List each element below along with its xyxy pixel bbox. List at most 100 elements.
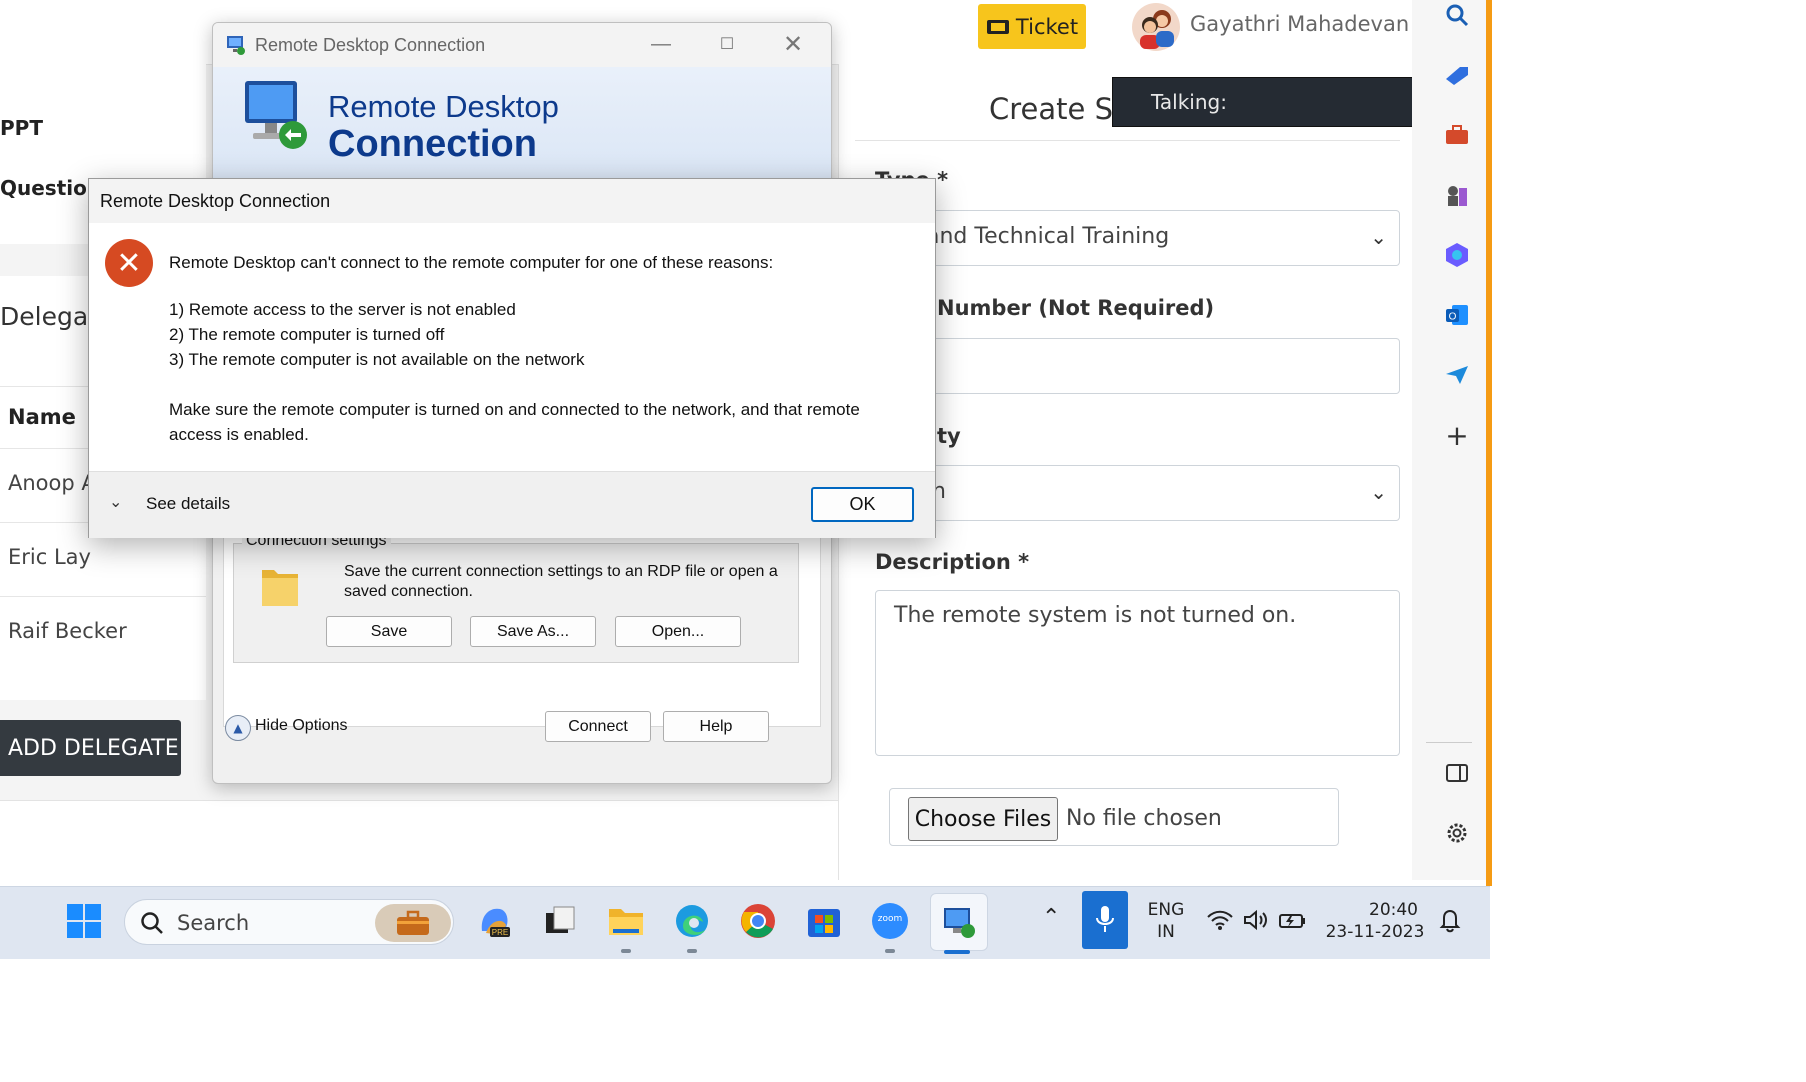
table-row[interactable]: Raif Becker bbox=[0, 596, 206, 670]
save-button[interactable]: Save bbox=[326, 616, 452, 647]
folder-icon bbox=[262, 570, 298, 606]
ok-button[interactable]: OK bbox=[811, 487, 914, 522]
running-indicator bbox=[885, 949, 895, 953]
start-button[interactable] bbox=[64, 901, 104, 941]
bottom-card bbox=[0, 800, 838, 880]
battery-icon[interactable] bbox=[1278, 909, 1308, 935]
rdc-title-text: Remote Desktop Connection bbox=[255, 35, 486, 55]
priority-select[interactable]: h ⌄ bbox=[875, 465, 1400, 521]
advice-line-1: Make sure the remote computer is turned … bbox=[169, 400, 860, 419]
running-indicator bbox=[621, 949, 631, 953]
notification-bell-icon[interactable] bbox=[1438, 907, 1462, 937]
send-icon[interactable] bbox=[1442, 360, 1472, 390]
rdc-app-icon bbox=[227, 36, 245, 55]
file-status: No file chosen bbox=[1066, 806, 1222, 831]
edge-icon[interactable] bbox=[672, 901, 712, 941]
language-line-1: ENG bbox=[1147, 900, 1185, 920]
user-name[interactable]: Gayathri Mahadevan bbox=[1190, 12, 1409, 36]
chess-icon[interactable] bbox=[1442, 180, 1472, 210]
dialog-title-bar[interactable]: Remote Desktop Connection bbox=[89, 179, 935, 223]
copilot-preview-icon[interactable]: PRE bbox=[474, 901, 514, 941]
edge-accent-border bbox=[1486, 0, 1492, 886]
connect-button[interactable]: Connect bbox=[545, 711, 651, 742]
description-text: The remote system is not turned on. bbox=[894, 603, 1297, 628]
windows-icon bbox=[67, 904, 101, 938]
microphone-icon bbox=[1096, 906, 1114, 932]
group-description: Save the current connection settings to … bbox=[344, 563, 778, 600]
svg-text:O: O bbox=[1449, 312, 1457, 323]
tag-icon[interactable] bbox=[1442, 60, 1472, 90]
rdc-banner-title-2: Connection bbox=[328, 123, 537, 165]
type-value: and Technical Training bbox=[926, 224, 1170, 249]
add-delegate-button[interactable]: ADD DELEGATE bbox=[0, 720, 181, 776]
ticket-icon bbox=[986, 19, 1009, 34]
error-message: Remote Desktop can't connect to the remo… bbox=[169, 253, 774, 272]
gear-icon[interactable] bbox=[1442, 818, 1472, 848]
rdc-title-bar[interactable]: Remote Desktop Connection — ☐ ✕ bbox=[213, 23, 831, 67]
hide-options-link[interactable]: Hide Options bbox=[255, 717, 348, 735]
rdc-banner: Remote Desktop Connection bbox=[213, 67, 831, 193]
copilot-icon[interactable] bbox=[1442, 240, 1472, 270]
see-details-toggle[interactable]: See details bbox=[146, 494, 230, 514]
chevron-down-icon[interactable]: ⌄ bbox=[109, 492, 122, 511]
error-dialog: Remote Desktop Connection ✕ Remote Deskt… bbox=[88, 178, 936, 538]
wifi-icon[interactable] bbox=[1206, 909, 1234, 935]
chevron-up-icon[interactable]: ▲ bbox=[225, 715, 251, 741]
reason-2: 2) The remote computer is turned off bbox=[169, 325, 445, 344]
menu-item-ppt[interactable]: PPT bbox=[0, 116, 43, 140]
monitor-icon bbox=[245, 81, 307, 149]
volume-icon[interactable] bbox=[1242, 909, 1270, 935]
file-explorer-icon[interactable] bbox=[606, 901, 646, 941]
clock-time: 20:40 bbox=[1369, 900, 1418, 920]
add-icon[interactable]: + bbox=[1442, 419, 1472, 452]
chevron-up-icon[interactable]: ⌃ bbox=[1042, 905, 1060, 930]
search-icon bbox=[141, 912, 163, 934]
dialog-footer: ⌄ See details OK bbox=[89, 471, 935, 538]
language-indicator[interactable]: ENG IN bbox=[1138, 899, 1194, 943]
help-button[interactable]: Help bbox=[663, 711, 769, 742]
rdc-taskbar-icon[interactable] bbox=[930, 893, 988, 951]
form-title: Create Su bbox=[989, 92, 1132, 126]
number-input[interactable] bbox=[875, 338, 1400, 394]
divider bbox=[855, 140, 1400, 141]
search-placeholder: Search bbox=[177, 911, 250, 935]
clock-date: 23-11-2023 bbox=[1325, 922, 1425, 942]
chrome-icon[interactable] bbox=[738, 901, 778, 941]
talking-tooltip: Talking: bbox=[1112, 77, 1457, 127]
chevron-down-icon: ⌄ bbox=[1370, 480, 1387, 504]
microphone-button[interactable] bbox=[1082, 891, 1128, 949]
task-view-icon[interactable] bbox=[540, 901, 580, 941]
open-button[interactable]: Open... bbox=[615, 616, 741, 647]
maximize-button[interactable]: ☐ bbox=[707, 27, 747, 61]
file-input[interactable]: Choose Files No file chosen bbox=[889, 788, 1339, 846]
search-icon[interactable] bbox=[1442, 0, 1472, 30]
minimize-button[interactable]: — bbox=[641, 27, 681, 61]
taskbar: Search PRE zoom ⌃ ENG IN 20:40 23-11-202… bbox=[0, 886, 1490, 959]
taskbar-search[interactable]: Search bbox=[124, 899, 454, 945]
choose-files-button[interactable]: Choose Files bbox=[908, 797, 1058, 841]
people-icon bbox=[1140, 10, 1174, 49]
clock[interactable]: 20:40 23-11-2023 bbox=[1318, 899, 1432, 943]
briefcase-icon bbox=[375, 904, 451, 942]
toolbox-icon[interactable] bbox=[1442, 120, 1472, 150]
description-textarea[interactable]: The remote system is not turned on. bbox=[875, 590, 1400, 756]
rdc-banner-title-1: Remote Desktop bbox=[328, 89, 559, 124]
ticket-label: Ticket bbox=[1015, 14, 1079, 39]
language-line-2: IN bbox=[1157, 922, 1175, 942]
save-as-button[interactable]: Save As... bbox=[470, 616, 596, 647]
type-select[interactable]: and Technical Training ⌄ bbox=[875, 210, 1400, 266]
user-avatar[interactable] bbox=[1132, 3, 1180, 51]
error-icon: ✕ bbox=[105, 239, 153, 287]
connection-settings-group: Connection settings Save the current con… bbox=[233, 532, 799, 663]
zoom-label: zoom bbox=[877, 914, 903, 924]
sidebar-toggle-icon[interactable] bbox=[1442, 758, 1472, 788]
divider bbox=[1426, 742, 1472, 743]
close-button[interactable]: ✕ bbox=[773, 27, 813, 61]
edge-sidebar: O + bbox=[1412, 0, 1486, 880]
reason-1: 1) Remote access to the server is not en… bbox=[169, 300, 516, 319]
store-icon[interactable] bbox=[804, 901, 844, 941]
zoom-icon[interactable]: zoom bbox=[870, 901, 910, 941]
outlook-icon[interactable]: O bbox=[1442, 300, 1472, 330]
advice-line-2: access is enabled. bbox=[169, 425, 309, 444]
ticket-button[interactable]: Ticket bbox=[978, 4, 1086, 49]
